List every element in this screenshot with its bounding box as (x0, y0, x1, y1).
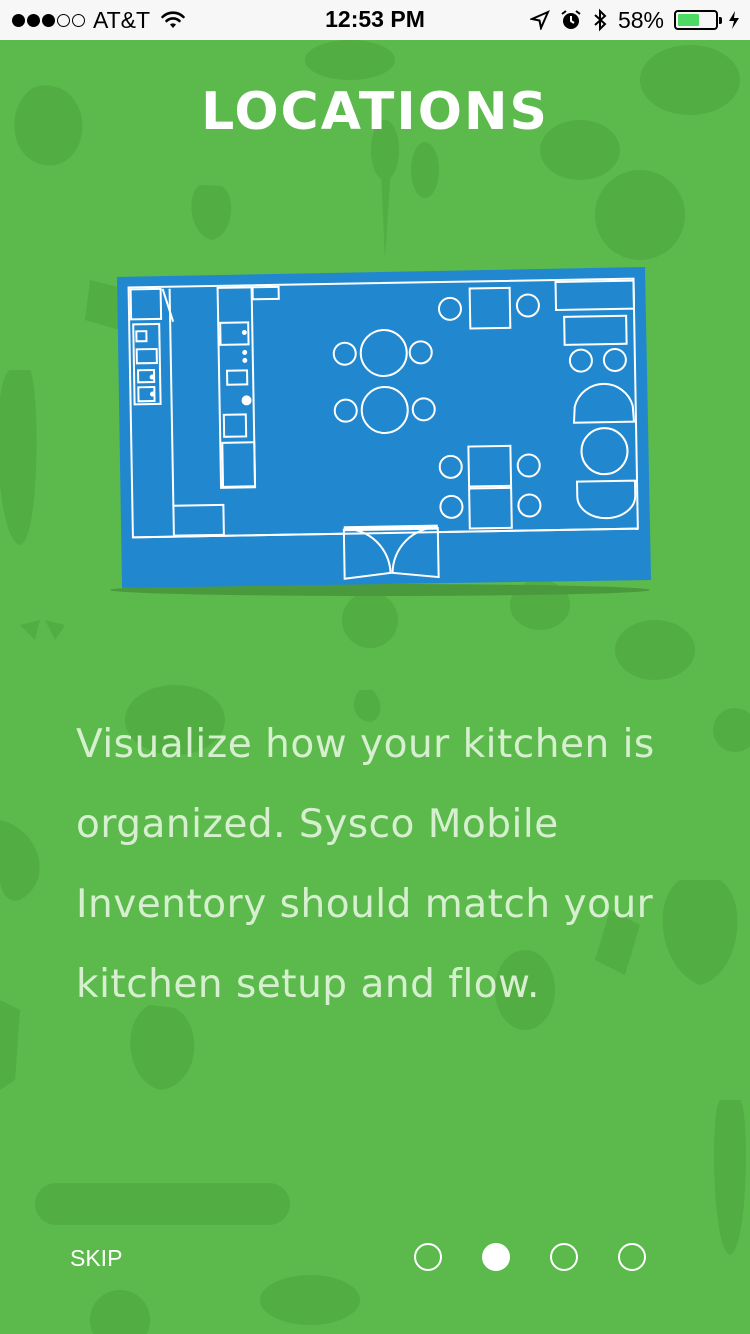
page-title: LOCATIONS (201, 82, 549, 142)
skip-button[interactable]: SKIP (70, 1245, 122, 1272)
status-bar: AT&T 12:53 PM 58% (0, 0, 750, 40)
charging-bolt-icon (729, 11, 739, 29)
page-dot-3[interactable] (550, 1243, 578, 1271)
page-indicator (414, 1243, 646, 1271)
page-dot-1[interactable] (414, 1243, 442, 1271)
produce-background-pattern (0, 40, 750, 1334)
battery-percent: 58% (617, 6, 664, 33)
location-arrow-icon (529, 10, 550, 30)
kitchen-floorplan-illustration (110, 267, 651, 596)
page-dot-2[interactable] (482, 1243, 510, 1271)
status-right: 58% (529, 6, 740, 34)
battery-icon (674, 10, 722, 30)
onboarding-description: Visualize how your kitchen is organized.… (76, 722, 655, 1007)
bluetooth-icon (594, 8, 607, 32)
alarm-icon (561, 10, 581, 29)
page-dot-4[interactable] (618, 1243, 646, 1271)
